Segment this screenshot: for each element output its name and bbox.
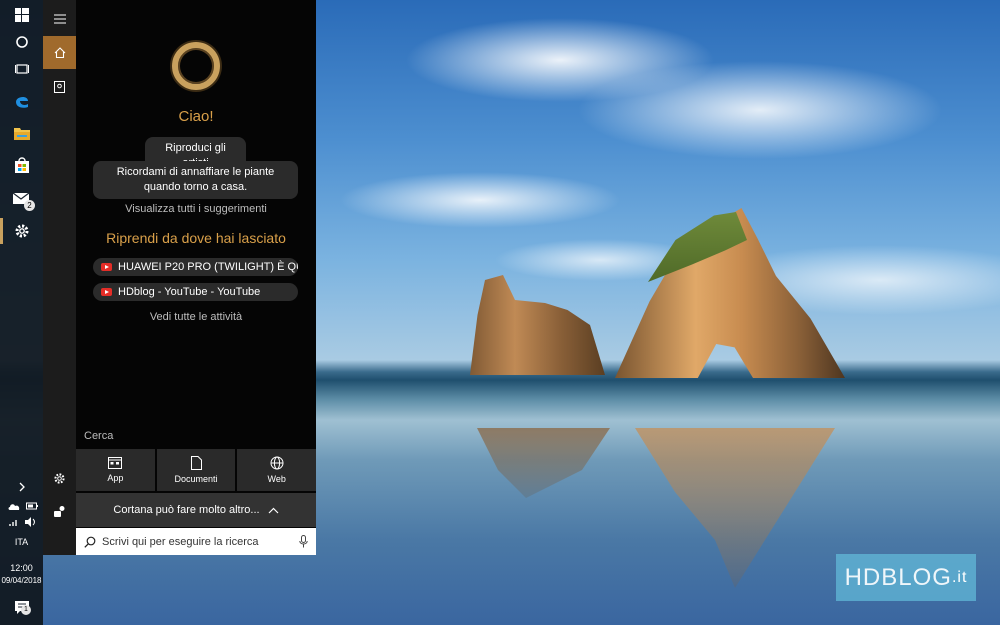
- feedback-icon[interactable]: [43, 495, 76, 528]
- tray-row-2: [9, 517, 37, 527]
- mail-icon[interactable]: [0, 184, 43, 214]
- cortana-ring-icon: [172, 42, 220, 90]
- youtube-icon: [101, 263, 112, 271]
- microphone-icon[interactable]: [299, 535, 308, 548]
- more-label: Cortana può fare molto altro...: [113, 504, 260, 516]
- activity-item-hdblog[interactable]: HDblog - YouTube - YouTube: [93, 283, 298, 301]
- activity-label: HUAWEI P20 PRO (TWILIGHT) È QU...: [118, 261, 298, 273]
- chevron-up-icon: [268, 507, 278, 513]
- search-section-label: Cerca: [84, 430, 114, 442]
- home-icon[interactable]: [43, 36, 76, 69]
- language-indicator[interactable]: ITA: [0, 537, 43, 547]
- filter-app[interactable]: App: [76, 449, 155, 491]
- battery-icon[interactable]: [26, 502, 38, 510]
- windows-start-icon[interactable]: [0, 0, 43, 30]
- settings-icon[interactable]: [43, 462, 76, 495]
- filter-documents[interactable]: Documenti: [156, 449, 236, 491]
- edge-icon[interactable]: [0, 86, 43, 116]
- volume-icon[interactable]: [25, 517, 37, 527]
- resume-section-title: Riprendi da dove hai lasciato: [106, 230, 286, 246]
- watermark-suffix: .it: [951, 568, 968, 586]
- notification-badge: 1: [21, 605, 31, 615]
- onedrive-icon[interactable]: [8, 502, 20, 510]
- notebook-icon[interactable]: [43, 70, 76, 103]
- hamburger-menu-icon[interactable]: [43, 2, 76, 35]
- filter-label: App: [107, 473, 124, 483]
- hdblog-watermark: HDBLOG .it: [836, 554, 976, 601]
- cortana-sidebar: [43, 0, 76, 555]
- store-icon[interactable]: [0, 150, 43, 180]
- activity-label: HDblog - YouTube - YouTube: [118, 286, 261, 298]
- show-hidden-icons-chevron-icon[interactable]: [0, 474, 43, 500]
- cortana-more-button[interactable]: Cortana può fare molto altro...: [76, 493, 316, 527]
- search-icon: [84, 536, 96, 548]
- all-activities-link[interactable]: Vedi tutte le attività: [76, 311, 316, 323]
- cortana-circle-icon[interactable]: [0, 27, 43, 57]
- taskbar: 2 ITA 12:00 09/04/2018 1: [0, 0, 43, 625]
- suggestion-water-plants[interactable]: Ricordami di annaffiare le piante quando…: [93, 161, 298, 199]
- task-view-icon[interactable]: [0, 54, 43, 84]
- clock-date[interactable]: 09/04/2018: [0, 576, 43, 585]
- tray-row-1: [8, 502, 38, 510]
- filter-label: Web: [267, 474, 286, 484]
- cortana-panel: Ciao! Riproduci gli artisti Ricordami di…: [76, 0, 317, 555]
- all-suggestions-link[interactable]: Visualizza tutti i suggerimenti: [76, 203, 316, 215]
- globe-icon: [270, 456, 284, 470]
- network-icon[interactable]: [9, 517, 19, 527]
- cortana-greeting: Ciao!: [178, 108, 214, 125]
- clock-time[interactable]: 12:00: [0, 563, 43, 573]
- app-grid-icon: [108, 457, 123, 469]
- search-input[interactable]: [102, 535, 299, 548]
- filter-label: Documenti: [174, 474, 218, 484]
- settings-gear-icon[interactable]: [0, 216, 43, 246]
- activity-item-huawei[interactable]: HUAWEI P20 PRO (TWILIGHT) È QU...: [93, 258, 298, 276]
- search-filters: App Documenti Web: [76, 449, 317, 491]
- youtube-icon: [101, 288, 112, 296]
- watermark-brand: HDBLOG: [844, 563, 952, 591]
- filter-web[interactable]: Web: [237, 449, 317, 491]
- search-box[interactable]: [76, 528, 316, 555]
- document-icon: [190, 456, 202, 470]
- file-explorer-icon[interactable]: [0, 118, 43, 148]
- mail-badge: 2: [24, 200, 35, 211]
